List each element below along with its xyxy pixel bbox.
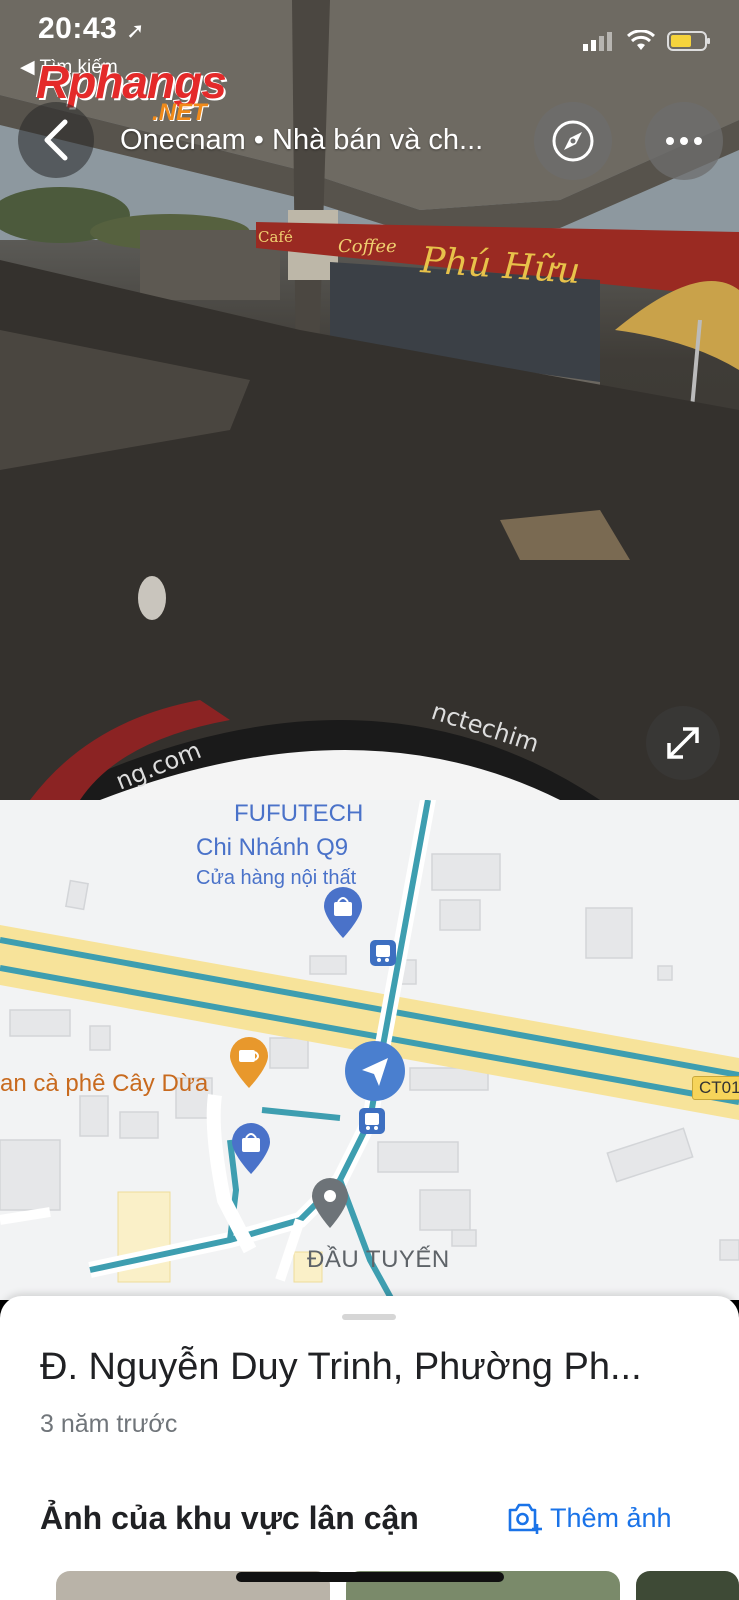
street-scene-image: nctechim ng.com Phú Hữu Café Coffee [0,0,739,800]
sheet-grabber[interactable] [342,1314,396,1320]
signal-icon [583,32,612,51]
home-indicator[interactable] [236,1572,504,1582]
place-marker-icon[interactable] [310,1178,350,1230]
street-view-panorama[interactable]: nctechim ng.com Phú Hữu Café Coffee 20:4… [0,0,739,800]
back-button[interactable] [18,102,94,178]
poi-fufutech-branch[interactable]: Chi Nhánh Q9 [196,834,348,862]
capture-date: 3 năm trước [40,1410,178,1438]
area-label: ĐẦU TUYẾN [307,1246,450,1273]
status-time: 20:43 ➚ [38,12,146,45]
more-options-button[interactable] [645,102,723,180]
bottom-sheet[interactable]: Đ. Nguyễn Duy Trinh, Phường Ph... 3 năm … [0,1296,739,1600]
poi-cafe-label[interactable]: an cà phê Cây Dừa [0,1070,208,1098]
shopping-bag-pin-icon[interactable] [322,886,364,940]
add-photo-button[interactable]: Thêm ảnh [506,1502,672,1534]
location-arrow-icon: ➚ [126,18,146,43]
wifi-icon [627,30,655,50]
battery-icon [667,31,710,51]
bus-stop-icon[interactable] [359,1108,385,1134]
shopping-bag-pin-icon[interactable] [230,1122,272,1176]
status-indicators [583,30,711,52]
bus-stop-icon[interactable] [370,940,396,966]
coffee-pin-icon[interactable] [228,1036,270,1090]
add-photo-icon [508,1503,542,1534]
poi-fufutech-name[interactable]: FUFUTECH [234,800,363,828]
current-location-icon[interactable] [344,1040,406,1102]
compass-icon [552,120,594,162]
nearby-photos-heading: Ảnh của khu vực lân cận [40,1500,419,1536]
street-view-title[interactable]: Onecnam • Nhà bán và ch... [120,124,520,157]
compass-button[interactable] [534,102,612,180]
road-number-badge: CT01 [692,1076,739,1100]
shop-sign-coffee: Coffee [338,236,397,257]
place-title: Đ. Nguyễn Duy Trinh, Phường Ph... [40,1346,642,1388]
expand-icon [667,727,699,759]
nearby-photo-thumbnail[interactable] [636,1571,739,1600]
shop-sign-small: Café [258,228,293,246]
expand-button[interactable] [646,706,720,780]
more-dots-icon [666,137,702,145]
back-arrow-icon [44,119,68,161]
watermark-logo: Rphangs .NET [36,56,227,126]
map-view[interactable]: FUFUTECH Chi Nhánh Q9 Cửa hàng nội thất … [0,800,739,1300]
